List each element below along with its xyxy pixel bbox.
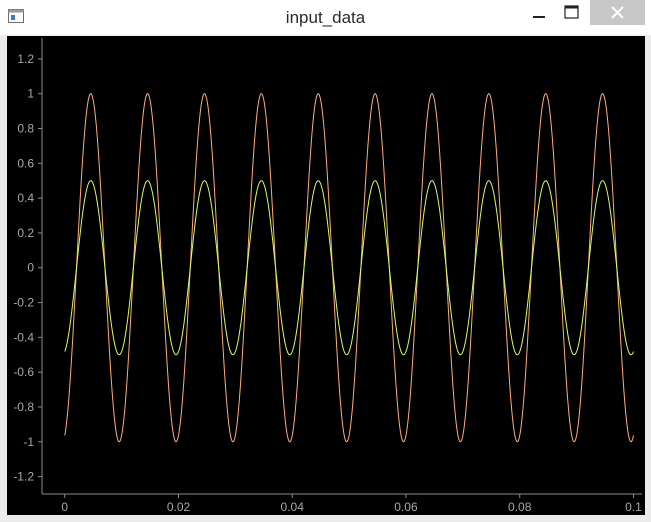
y-tick-label: -0.4: [13, 330, 34, 344]
y-tick-label: 0: [27, 261, 34, 275]
close-button[interactable]: [590, 0, 645, 25]
x-tick-label: 0.08: [508, 500, 532, 514]
title-bar[interactable]: input_data: [0, 0, 651, 35]
x-tick-label: 0.04: [281, 500, 305, 514]
y-tick-label: 0.6: [17, 156, 34, 170]
plot-area[interactable]: 1.2 1 0.8 0.6 0.4 0.2 0 -0.2 -0.4 -0.6 -0.8 -1 -1.2 0…: [7, 36, 645, 515]
y-tick-label: 0.4: [17, 191, 34, 205]
close-icon: [611, 6, 624, 19]
window-title: input_data: [285, 8, 366, 27]
window-app-icon: [8, 9, 24, 23]
series-line-2: [64, 180, 634, 356]
y-tick-label: -0.6: [13, 365, 34, 379]
minimize-icon: [533, 16, 545, 18]
y-tick-label: -1: [23, 435, 34, 449]
y-tick-label: -0.8: [13, 400, 34, 414]
x-tick-label: 0.02: [167, 500, 191, 514]
x-tick-label: 0: [61, 500, 68, 514]
line-chart: 1.2 1 0.8 0.6 0.4 0.2 0 -0.2 -0.4 -0.6 -0.8 -1 -1.2 0…: [13, 38, 642, 514]
y-tick-label: 1: [27, 87, 34, 101]
series-group: [64, 93, 634, 443]
series-line-1: [64, 93, 634, 443]
maximize-button[interactable]: [558, 0, 584, 25]
y-tick-label: 0.2: [17, 226, 34, 240]
maximize-icon: [564, 5, 579, 19]
x-tick-label: 0.1: [625, 500, 642, 514]
y-tick-label: -1.2: [13, 470, 34, 484]
minimize-button[interactable]: [526, 0, 552, 25]
axes: 1.2 1 0.8 0.6 0.4 0.2 0 -0.2 -0.4 -0.6 -0.8 -1 -1.2 0…: [13, 38, 642, 514]
y-tick-label: 1.2: [17, 52, 34, 66]
y-tick-label: -0.2: [13, 296, 34, 310]
y-tick-label: 0.8: [17, 122, 34, 136]
x-tick-label: 0.06: [394, 500, 418, 514]
plot-window: input_data 1.2 1 0.8 0.6 0.4 0.2 0 -0.2 -0.4 -0.6…: [0, 0, 651, 522]
